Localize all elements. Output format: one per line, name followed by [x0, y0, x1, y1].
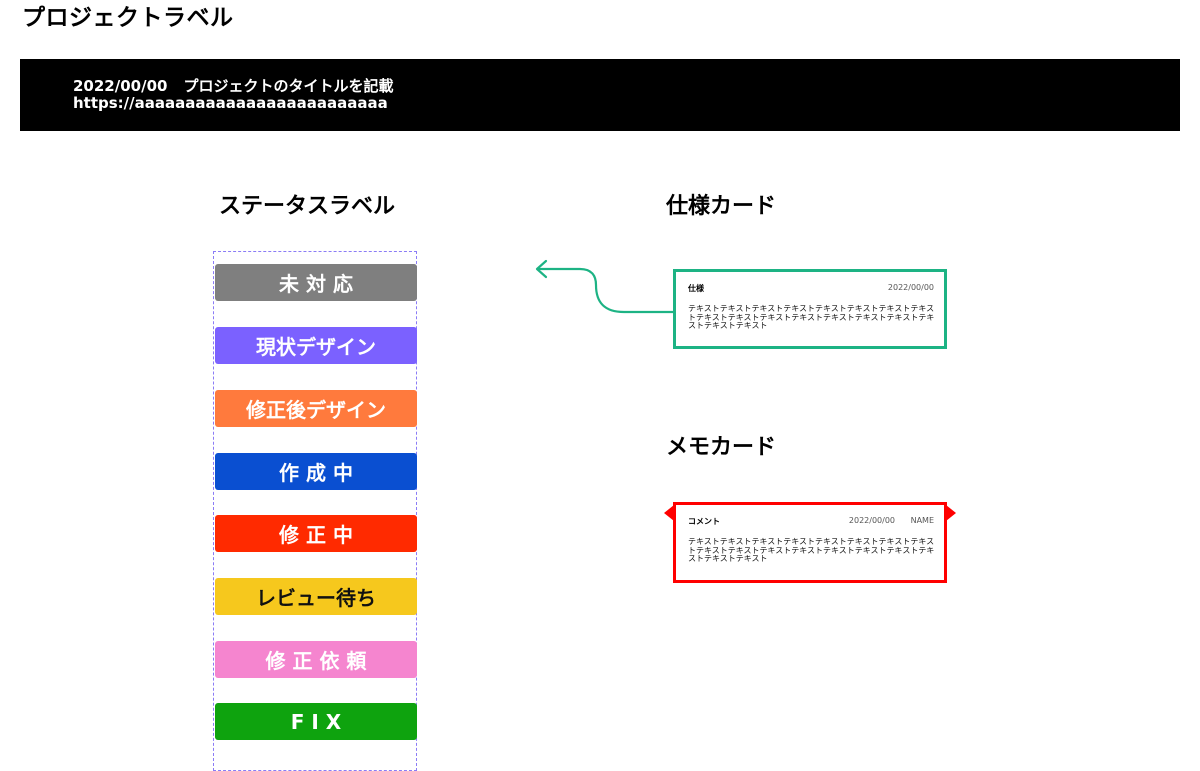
memo-section-heading: メモカード [666, 435, 777, 460]
memo-card-body: テキストテキストテキストテキストテキストテキストテキストテキストテキストテキスト… [688, 537, 935, 564]
memo-card-label: コメント [688, 517, 720, 526]
spec-card[interactable]: 仕様 2022/00/00 テキストテキストテキストテキストテキストテキストテキ… [673, 269, 947, 349]
spec-card-date: 2022/00/00 [887, 283, 934, 292]
memo-card-name: NAME [910, 516, 934, 525]
page-title: プロジェクトラベル [22, 5, 234, 31]
status-label-fix-request[interactable]: 修 正 依 頼 [215, 641, 417, 678]
status-label-awaiting-review[interactable]: レビュー待ち [215, 578, 417, 615]
status-label-in-progress[interactable]: 作 成 中 [215, 453, 417, 490]
banner-url: https://aaaaaaaaaaaaaaaaaaaaaaaaa [73, 94, 388, 112]
banner-title: プロジェクトのタイトルを記載 [183, 77, 394, 95]
memo-card[interactable]: コメント 2022/00/00 NAME テキストテキストテキストテキストテキス… [673, 502, 947, 583]
connector-arrow-icon [535, 259, 676, 314]
spec-section-heading: 仕様カード [666, 194, 777, 219]
memo-right-tab-icon [946, 505, 956, 521]
spec-card-label: 仕様 [688, 284, 704, 293]
status-section-heading: ステータスラベル [219, 194, 396, 219]
project-banner: 2022/00/00 プロジェクトのタイトルを記載 https://aaaaaaa… [20, 59, 1180, 131]
spec-card-body: テキストテキストテキストテキストテキストテキストテキストテキストテキストテキスト… [688, 304, 935, 331]
status-label-unhandled[interactable]: 未 対 応 [215, 264, 417, 301]
memo-card-date: 2022/00/00 [848, 516, 895, 525]
banner-date: 2022/00/00 [73, 77, 168, 95]
status-label-fixing[interactable]: 修 正 中 [215, 515, 417, 552]
status-label-current-design[interactable]: 現状デザイン [215, 327, 417, 364]
status-label-revised-design[interactable]: 修正後デザイン [215, 390, 417, 427]
status-label-fix[interactable]: F I X [215, 703, 417, 740]
